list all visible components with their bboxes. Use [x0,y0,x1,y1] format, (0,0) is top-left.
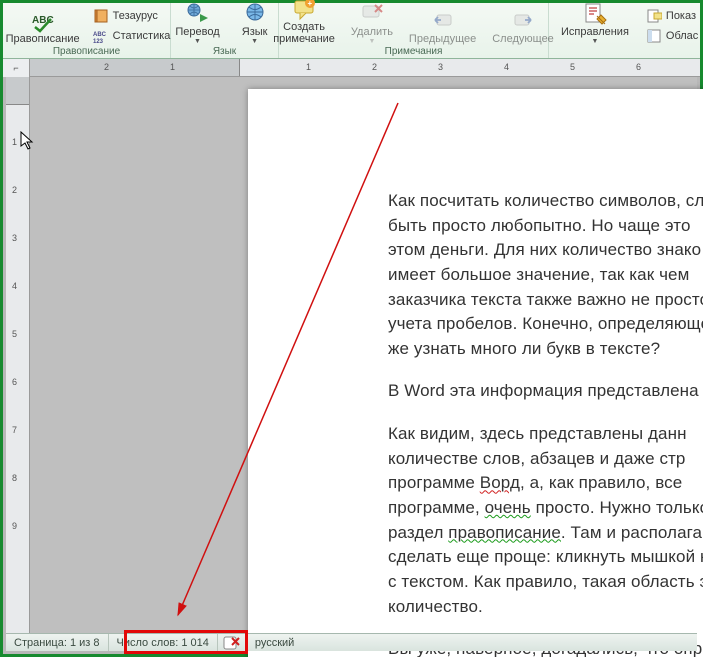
next-comment-icon [511,9,535,33]
ribbon-group-language: Перевод ▼ Язык ▼ Язык [171,3,279,58]
spelling-label: Правописание [6,33,80,45]
ribbon-group-tracking: Исправления ▼ Показ Облас [549,3,703,58]
thesaurus-button[interactable]: Тезаурус [90,7,161,25]
track-changes-label: Исправления [561,26,629,38]
language-label: Язык [242,26,268,38]
svg-text:123: 123 [93,39,104,44]
dropdown-icon: ▼ [368,38,375,45]
show-markup-label: Показ [666,10,696,22]
new-comment-label-2: примечание [273,33,335,45]
paragraph: Как видим, здесь представлены данн колич… [388,422,703,619]
new-comment-label-1: Создать [283,21,325,33]
track-changes-button[interactable]: Исправления ▼ [555,0,635,45]
dropdown-icon: ▼ [194,38,201,45]
status-bar: Страница: 1 из 8 Число слов: 1 014 русск… [6,633,697,651]
status-page[interactable]: Страница: 1 из 8 [6,634,109,651]
dropdown-icon: ▼ [251,38,258,45]
group-label-language: Язык [177,45,272,57]
next-comment-label: Следующее [492,33,554,45]
thesaurus-icon [93,8,109,24]
prev-comment-button[interactable]: Предыдущее [403,7,482,45]
ruler-corner[interactable]: ⌐ [3,59,30,77]
svg-text:+: + [308,0,313,8]
spelling-icon: ABC [31,9,55,33]
status-proofing-icon[interactable] [218,634,247,651]
document-area: 1 2 3 4 5 6 7 8 9 Как посчитать количест… [6,77,697,633]
show-markup-button[interactable]: Показ [643,7,699,25]
ribbon-group-proofing: ABC Правописание Тезаурус ABC123 Статист… [3,3,171,58]
horizontal-ruler-row: ⌐ 2 1 1 2 3 4 5 6 7 [3,59,700,77]
prev-comment-label: Предыдущее [409,33,476,45]
thesaurus-label: Тезаурус [113,10,158,22]
vertical-ruler[interactable]: 1 2 3 4 5 6 7 8 9 [6,77,30,633]
delete-comment-icon [360,2,384,26]
ribbon-group-comments: + Создать примечание Удалить ▼ Предыдуще… [279,3,549,58]
statistics-label: Статистика [113,30,171,42]
translate-button[interactable]: Перевод ▼ [169,0,225,45]
paragraph: Как посчитать количество символов, сл бы… [388,189,703,361]
new-comment-icon: + [292,0,316,21]
track-changes-icon [583,2,607,26]
ribbon: ABC Правописание Тезаурус ABC123 Статист… [3,3,700,59]
spelling-button[interactable]: ABC Правописание [0,7,86,45]
document-page[interactable]: Как посчитать количество символов, сл бы… [248,89,703,657]
translate-icon [186,2,210,26]
status-language[interactable]: русский [247,634,302,651]
delete-comment-label: Удалить [351,26,393,38]
reviewing-pane-button[interactable]: Облас [643,27,701,45]
dropdown-icon: ▼ [591,38,598,45]
reviewing-pane-icon [646,28,662,44]
group-label-proofing: Правописание [9,45,164,57]
show-markup-icon [646,8,662,24]
prev-comment-icon [431,9,455,33]
translate-label: Перевод [175,26,219,38]
group-label-comments: Примечания [285,45,542,57]
delete-comment-button[interactable]: Удалить ▼ [345,0,399,45]
reviewing-pane-label: Облас [666,30,698,42]
statistics-icon: ABC123 [93,28,109,44]
paragraph: В Word эта информация представлена в [388,379,703,404]
svg-text:ABC: ABC [93,32,107,38]
new-comment-button[interactable]: + Создать примечание [267,0,341,45]
globe-icon [243,2,267,26]
proofing-error-icon [224,636,240,650]
statistics-button[interactable]: ABC123 Статистика [90,27,174,45]
status-word-count[interactable]: Число слов: 1 014 [109,634,218,651]
horizontal-ruler[interactable]: 2 1 1 2 3 4 5 6 7 [30,59,700,76]
